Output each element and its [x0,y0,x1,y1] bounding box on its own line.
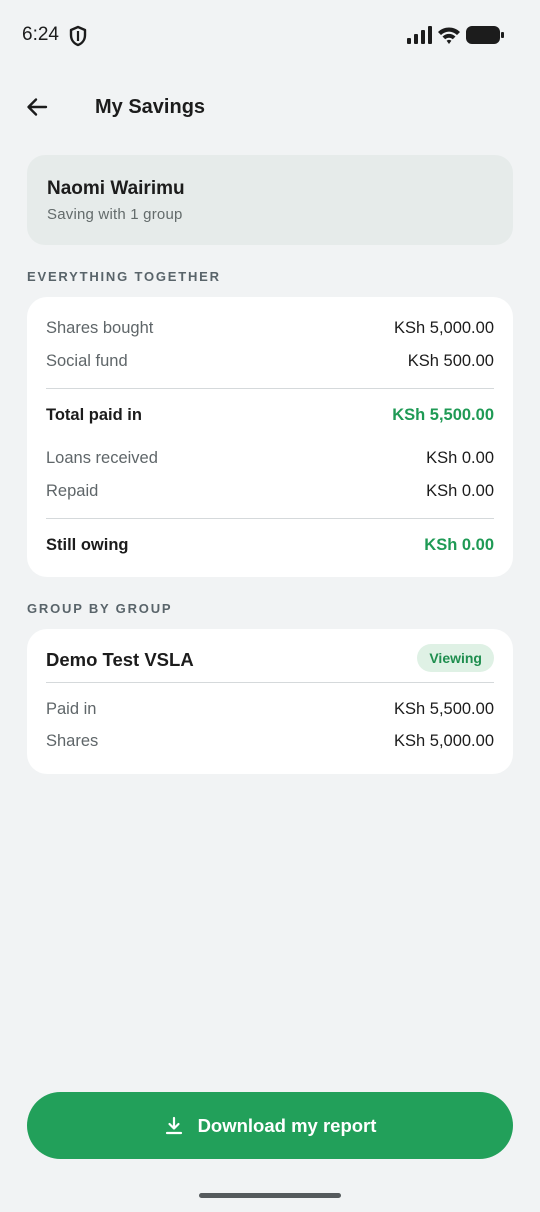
row-value: KSh 0.00 [426,481,494,500]
row-loans-received: Loans received KSh 0.00 [46,447,494,469]
row-label: Still owing [46,535,129,554]
arrow-back-icon [27,98,48,116]
row-label: Total paid in [46,405,142,424]
row-shares-bought: Shares bought KSh 5,000.00 [46,317,494,339]
download-report-button[interactable]: Download my report [27,1092,513,1159]
page-title: My Savings [95,96,206,118]
row-value: KSh 5,000.00 [394,731,494,750]
row-total-paid-in: Total paid in KSh 5,500.00 [46,404,494,426]
row-label: Repaid [46,481,99,500]
row-group-shares: Shares KSh 5,000.00 [46,730,494,752]
row-label: Shares [46,731,99,750]
status-time: 6:24 [22,24,59,45]
row-label: Social fund [46,351,128,370]
row-label: Loans received [46,448,158,467]
row-value: KSh 5,500.00 [394,699,494,718]
profile-card: Naomi Wairimu Saving with 1 group [27,155,513,245]
shield-icon [69,25,87,47]
battery-icon [466,26,504,44]
back-button[interactable] [20,90,54,124]
row-still-owing: Still owing KSh 0.00 [46,534,494,556]
status-bar: 6:24 [0,0,540,70]
divider [46,682,494,683]
row-value: KSh 500.00 [407,351,494,370]
download-label: Download my report [197,1114,377,1136]
row-social-fund: Social fund KSh 500.00 [46,350,494,372]
row-label: Shares bought [46,318,154,337]
divider [46,388,494,389]
home-indicator[interactable] [199,1193,341,1198]
group-name: Demo Test VSLA [46,649,194,670]
row-value: KSh 5,000.00 [394,318,494,337]
status-badge: Viewing [417,644,494,672]
row-repaid: Repaid KSh 0.00 [46,480,494,502]
section-label-groups: GROUP BY GROUP [27,601,173,616]
row-label: Paid in [46,699,97,718]
download-icon [165,1116,182,1134]
row-group-paid-in: Paid in KSh 5,500.00 [46,698,494,720]
summary-card: Shares bought KSh 5,000.00 Social fund K… [27,297,513,577]
wifi-icon [438,27,460,44]
row-value: KSh 0.00 [424,535,494,554]
group-card[interactable]: Demo Test VSLA Viewing Paid in KSh 5,500… [27,629,513,774]
signal-icon [407,26,432,44]
profile-subtitle: Saving with 1 group [47,206,183,223]
divider [46,518,494,519]
section-label-summary: EVERYTHING TOGETHER [27,269,221,284]
row-value: KSh 0.00 [426,448,494,467]
app-bar: My Savings [0,80,540,136]
row-value: KSh 5,500.00 [392,405,494,424]
profile-name: Naomi Wairimu [47,178,185,199]
